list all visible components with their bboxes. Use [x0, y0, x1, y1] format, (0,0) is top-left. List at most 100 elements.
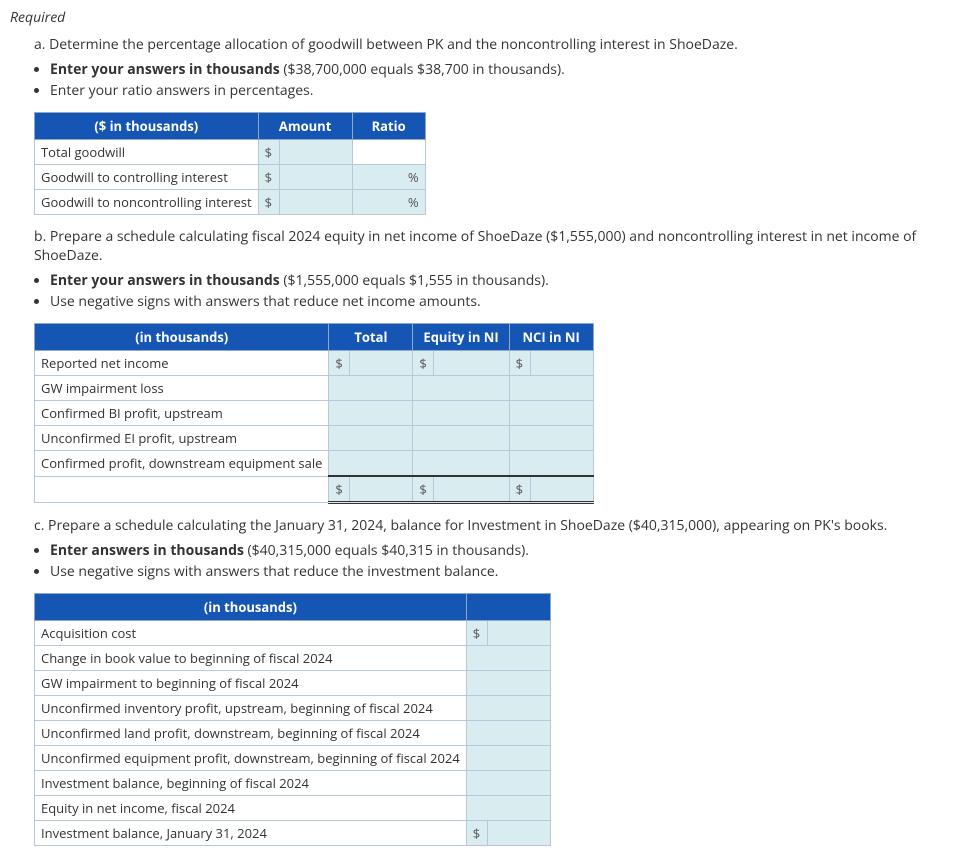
- part-a-bullets: Enter your answers in thousands ($38,700…: [34, 60, 965, 100]
- row-label: Total goodwill: [35, 140, 259, 165]
- table-row: Reported net income $ $ $: [35, 351, 594, 376]
- table-b: (in thousands) Total Equity in NI NCI in…: [34, 323, 594, 504]
- nci-input[interactable]: [509, 376, 593, 401]
- table-row: Total goodwill $: [35, 140, 426, 165]
- row-label: GW impairment loss: [35, 376, 329, 401]
- amount-input[interactable]: [279, 190, 352, 215]
- row-label: Unconfirmed land profit, downstream, beg…: [35, 721, 467, 746]
- bullet-text: Enter your ratio answers in percentages.: [50, 81, 313, 100]
- ratio-input[interactable]: %: [352, 190, 425, 215]
- equity-sum[interactable]: [434, 476, 509, 503]
- table-row: Unconfirmed equipment profit, downstream…: [35, 746, 551, 771]
- table-row: Confirmed profit, downstream equipment s…: [35, 451, 594, 477]
- part-a: a. Determine the percentage allocation o…: [34, 35, 965, 54]
- equity-input[interactable]: [413, 451, 509, 477]
- table-row: Change in book value to beginning of fis…: [35, 646, 551, 671]
- totals-row: $ $ $: [35, 476, 594, 503]
- currency-symbol: $: [258, 190, 279, 215]
- amount-input[interactable]: [466, 721, 550, 746]
- currency-symbol: $: [466, 621, 487, 646]
- amount-input[interactable]: [466, 646, 550, 671]
- list-item: Use negative signs with answers that red…: [50, 562, 965, 581]
- amount-input[interactable]: [279, 140, 352, 165]
- nci-input[interactable]: [509, 451, 593, 477]
- bullet-text: ($1,555,000 equals $1,555 in thousands).: [280, 271, 549, 290]
- amount-input[interactable]: [466, 696, 550, 721]
- currency-symbol: $: [413, 476, 434, 503]
- bullet-bold: Enter your answers in thousands: [50, 271, 280, 290]
- currency-symbol: $: [509, 476, 530, 503]
- row-label: Goodwill to noncontrolling interest: [35, 190, 259, 215]
- table-row: Investment balance, January 31, 2024 $: [35, 821, 551, 846]
- row-label: Reported net income: [35, 351, 329, 376]
- table-row: GW impairment to beginning of fiscal 202…: [35, 671, 551, 696]
- row-label: Unconfirmed inventory profit, upstream, …: [35, 696, 467, 721]
- row-label: Confirmed BI profit, upstream: [35, 401, 329, 426]
- part-c-prompt: c. Prepare a schedule calculating the Ja…: [34, 516, 965, 535]
- nci-input[interactable]: [509, 426, 593, 451]
- th-label: (in thousands): [35, 594, 467, 621]
- bullet-text: ($38,700,000 equals $38,700 in thousands…: [280, 60, 565, 79]
- list-item: Enter your answers in thousands ($1,555,…: [50, 271, 965, 290]
- table-row: Confirmed BI profit, upstream: [35, 401, 594, 426]
- total-input[interactable]: [350, 351, 413, 376]
- amount-input[interactable]: [466, 796, 550, 821]
- row-label: Equity in net income, fiscal 2024: [35, 796, 467, 821]
- th-ratio: Ratio: [352, 113, 425, 140]
- amount-input[interactable]: [466, 771, 550, 796]
- total-input[interactable]: [329, 376, 413, 401]
- th-equity: Equity in NI: [413, 324, 509, 351]
- list-item: Enter your answers in thousands ($38,700…: [50, 60, 965, 79]
- row-label: Unconfirmed equipment profit, downstream…: [35, 746, 467, 771]
- bullet-text: Use negative signs with answers that red…: [50, 292, 481, 311]
- table-row: Acquisition cost $: [35, 621, 551, 646]
- currency-symbol: $: [413, 351, 434, 376]
- amount-input[interactable]: [279, 165, 352, 190]
- total-sum[interactable]: [350, 476, 413, 503]
- nci-sum[interactable]: [530, 476, 593, 503]
- bullet-text: ($40,315,000 equals $40,315 in thousands…: [244, 541, 529, 560]
- equity-input[interactable]: [434, 351, 509, 376]
- table-row: Investment balance, beginning of fiscal …: [35, 771, 551, 796]
- equity-input[interactable]: [413, 401, 509, 426]
- nci-input[interactable]: [530, 351, 593, 376]
- list-item: Enter answers in thousands ($40,315,000 …: [50, 541, 965, 560]
- currency-symbol: $: [466, 821, 487, 846]
- list-item: Enter your ratio answers in percentages.: [50, 81, 965, 100]
- amount-input[interactable]: [487, 821, 550, 846]
- table-a: ($ in thousands) Amount Ratio Total good…: [34, 112, 426, 215]
- currency-symbol: $: [329, 476, 350, 503]
- row-label: Unconfirmed EI profit, upstream: [35, 426, 329, 451]
- part-a-prompt: a. Determine the percentage allocation o…: [34, 35, 965, 54]
- equity-input[interactable]: [413, 426, 509, 451]
- row-label: Investment balance, beginning of fiscal …: [35, 771, 467, 796]
- nci-input[interactable]: [509, 401, 593, 426]
- total-input[interactable]: [329, 401, 413, 426]
- total-input[interactable]: [329, 426, 413, 451]
- row-label: Acquisition cost: [35, 621, 467, 646]
- currency-symbol: $: [329, 351, 350, 376]
- part-c-bullets: Enter answers in thousands ($40,315,000 …: [34, 541, 965, 581]
- currency-symbol: $: [258, 140, 279, 165]
- amount-input[interactable]: [466, 671, 550, 696]
- th-nci: NCI in NI: [509, 324, 593, 351]
- equity-input[interactable]: [413, 376, 509, 401]
- table-row: Goodwill to controlling interest $ %: [35, 165, 426, 190]
- row-label: GW impairment to beginning of fiscal 202…: [35, 671, 467, 696]
- th-total: Total: [329, 324, 413, 351]
- table-row: Unconfirmed EI profit, upstream: [35, 426, 594, 451]
- currency-symbol: $: [509, 351, 530, 376]
- amount-input[interactable]: [466, 746, 550, 771]
- total-input[interactable]: [329, 451, 413, 477]
- bullet-bold: Enter your answers in thousands: [50, 60, 280, 79]
- currency-symbol: $: [258, 165, 279, 190]
- ratio-input[interactable]: %: [352, 165, 425, 190]
- table-row: Unconfirmed inventory profit, upstream, …: [35, 696, 551, 721]
- row-label: Confirmed profit, downstream equipment s…: [35, 451, 329, 477]
- table-row: Equity in net income, fiscal 2024: [35, 796, 551, 821]
- th-amount: Amount: [258, 113, 352, 140]
- part-b-prompt: b. Prepare a schedule calculating fiscal…: [34, 227, 965, 265]
- th-label: ($ in thousands): [35, 113, 259, 140]
- row-label: Change in book value to beginning of fis…: [35, 646, 467, 671]
- amount-input[interactable]: [487, 621, 550, 646]
